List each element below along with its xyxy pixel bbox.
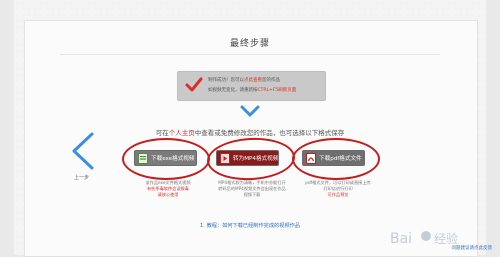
success-message-box: 制作成功！您可以点此查看您的作品 如视频无变化，请重新按CTRL+F5刷新页面 — [177, 71, 326, 101]
message-text: 制作成功！您可以 — [208, 78, 244, 83]
title-divider — [60, 54, 440, 55]
pdf-description: pdf格式文件，可以打印或直接上传 打印店进行打印 可作品预览 — [298, 180, 378, 198]
svg-text:Bai: Bai — [390, 231, 412, 247]
baidu-watermark-logo: Bai 经验 — [390, 231, 458, 247]
svg-text:经验: 经验 — [434, 231, 458, 246]
back-label[interactable]: 上一步 — [74, 174, 89, 181]
highlight-ring — [292, 138, 380, 180]
description-line: 请放心使用 — [157, 192, 179, 197]
page-title: 最终步骤 — [229, 39, 270, 49]
chevron-down-icon — [240, 105, 260, 117]
refresh-hint: CTRL+F5刷新页面 — [257, 88, 297, 93]
view-work-link[interactable]: 点此查看 — [244, 78, 262, 83]
success-message-line1: 制作成功！您可以点此查看您的作品 — [208, 77, 280, 83]
exe-description: 该作品exe文件格式视频 有些杀毒软件会误报毒 请放心使用 — [128, 180, 208, 198]
back-arrow-icon[interactable] — [68, 131, 98, 171]
instruction-prefix: 可在 — [155, 129, 169, 137]
profile-link[interactable]: 个人主页 — [169, 129, 195, 137]
instruction-suffix: 中查看或免费修改您的作品，也可选择以下格式保存 — [194, 129, 345, 137]
checkmark-icon — [185, 77, 203, 92]
mp4-description: MP4格式较为清晰，手机中亦能打开 转码后的MP4视频文件会出现在作品 视频下载 — [212, 180, 292, 198]
success-message-line2: 如视频无变化，请重新按CTRL+F5刷新页面 — [208, 87, 296, 93]
highlight-ring — [122, 138, 210, 180]
description-line: 视频下载 — [243, 192, 261, 197]
message-text: 您的作品 — [262, 78, 280, 83]
description-line: 可作品预览 — [327, 192, 349, 197]
message-text: 如视频无变化，请重新按 — [208, 88, 258, 93]
